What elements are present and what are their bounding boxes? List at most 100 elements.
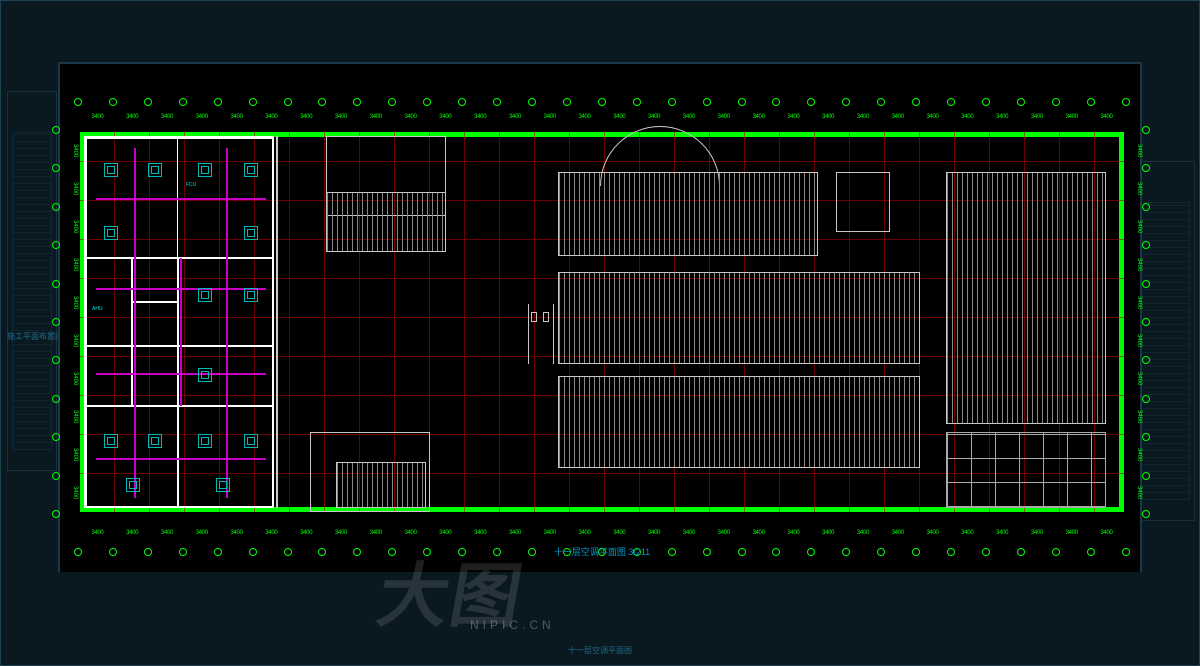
grid-bubble [52, 164, 60, 172]
dim-label: 3400 [474, 114, 486, 124]
dim-label: 3400 [578, 114, 590, 124]
grid-bubble [318, 98, 326, 106]
dim-label: 3400 [72, 448, 78, 461]
grid-bubble [633, 98, 641, 106]
dim-label: 3400 [1126, 144, 1142, 157]
dim-label: 3400 [300, 114, 312, 124]
dim-label: 3400 [231, 114, 243, 124]
dim-label: 3400 [718, 114, 730, 124]
fcu-unit [198, 288, 212, 302]
dim-label: 3400 [335, 530, 347, 540]
dim-label: 3400 [509, 530, 521, 540]
dim-label: 3400 [161, 530, 173, 540]
grid-bubble [249, 98, 257, 106]
dim-label: 3400 [996, 530, 1008, 540]
equip-part [543, 312, 549, 322]
fcu-unit [104, 434, 118, 448]
grid-bubble [493, 98, 501, 106]
grid-bubble [52, 356, 60, 364]
elevator [132, 302, 178, 346]
dim-label: 3400 [648, 530, 660, 540]
grid-bubble [1142, 318, 1150, 326]
grid-bubble [52, 203, 60, 211]
dim-label: 3400 [196, 530, 208, 540]
hvac-pipe [96, 458, 266, 460]
grid-bubble [668, 98, 676, 106]
grid-bubble [353, 98, 361, 106]
grid-bubble [52, 472, 60, 480]
fcu-unit [198, 163, 212, 177]
grid-bubble [982, 98, 990, 106]
roof-pavers [946, 432, 1106, 508]
dim-label: 3400 [300, 530, 312, 540]
bg-thumb-left [7, 91, 57, 471]
skylight-panel-large [946, 172, 1106, 424]
dim-label: 3400 [892, 530, 904, 540]
dim-label: 3400 [1031, 530, 1043, 540]
grid-bubble [109, 98, 117, 106]
stair-opening [336, 462, 426, 508]
dim-label: 3400 [1126, 372, 1142, 385]
dim-label: 3400 [72, 372, 78, 385]
dim-label: 3400 [335, 114, 347, 124]
dimension-col-left: 3400340034003400340034003400340034003400 [62, 132, 78, 512]
dim-label: 3400 [926, 114, 938, 124]
dim-label: 3400 [1031, 114, 1043, 124]
grid-bubble [1142, 126, 1150, 134]
dim-label: 3400 [72, 410, 78, 423]
dim-label: 3400 [857, 530, 869, 540]
dim-label: 3400 [892, 114, 904, 124]
dim-label: 3400 [613, 530, 625, 540]
grid-bubble [947, 98, 955, 106]
grid-bubble [1052, 98, 1060, 106]
wall-line [276, 136, 280, 508]
floor-plan-drawing[interactable]: 3400 3400 3400 3400 3400 3400 3400 3400 3400 3400… [80, 132, 1124, 552]
drawing-title: 十一层空调平面图 3/211 [80, 545, 1124, 558]
dim-label: 3400 [265, 114, 277, 124]
dim-label: 3400 [544, 530, 556, 540]
tower-core-building: AHU FCU [84, 136, 274, 508]
fcu-unit [244, 226, 258, 240]
grid-bubble [1142, 472, 1150, 480]
dim-label: 3400 [578, 530, 590, 540]
grid-bubble [1142, 203, 1150, 211]
dim-label: 3400 [439, 114, 451, 124]
fcu-unit [126, 478, 140, 492]
grid-bubble [703, 98, 711, 106]
watermark-text: NIPIC.CN [470, 618, 555, 632]
cad-model-space[interactable]: 3400 3400 3400 3400 3400 3400 3400 3400 3400 3400… [58, 62, 1142, 572]
dim-label: 3400 [996, 114, 1008, 124]
fcu-unit [148, 434, 162, 448]
grid-bubble [388, 98, 396, 106]
fcu-unit [244, 434, 258, 448]
grid-bubble [772, 98, 780, 106]
shaft [132, 346, 178, 406]
grid-bubble [52, 126, 60, 134]
grid-bubbles-top [74, 98, 1130, 108]
dim-label: 3400 [752, 114, 764, 124]
hvac-pipe [96, 198, 266, 200]
fcu-unit [198, 434, 212, 448]
grid-bubbles-right [1142, 126, 1152, 518]
dim-label: 3400 [752, 530, 764, 540]
dim-label: 3400 [1066, 530, 1078, 540]
grid-bubble [738, 98, 746, 106]
dim-label: 3400 [72, 182, 78, 195]
dim-label: 3400 [926, 530, 938, 540]
dim-label: 3400 [1126, 486, 1142, 499]
dim-label: 3400 [231, 530, 243, 540]
grid-bubbles-left [52, 126, 62, 518]
equip-part [531, 312, 537, 322]
grid-bubble [52, 241, 60, 249]
dimension-col-right: 3400340034003400340034003400340034003400 [1126, 132, 1142, 512]
dim-label: 3400 [1066, 114, 1078, 124]
dim-label: 3400 [1100, 530, 1112, 540]
skylight-panel [558, 272, 920, 364]
dim-label: 3400 [509, 114, 521, 124]
grid-bubble [214, 98, 222, 106]
dim-label: 3400 [1126, 334, 1142, 347]
hvac-riser [180, 258, 182, 406]
grid-bubble [563, 98, 571, 106]
dim-label: 3400 [1126, 220, 1142, 233]
ahu-label: AHU [92, 306, 103, 312]
